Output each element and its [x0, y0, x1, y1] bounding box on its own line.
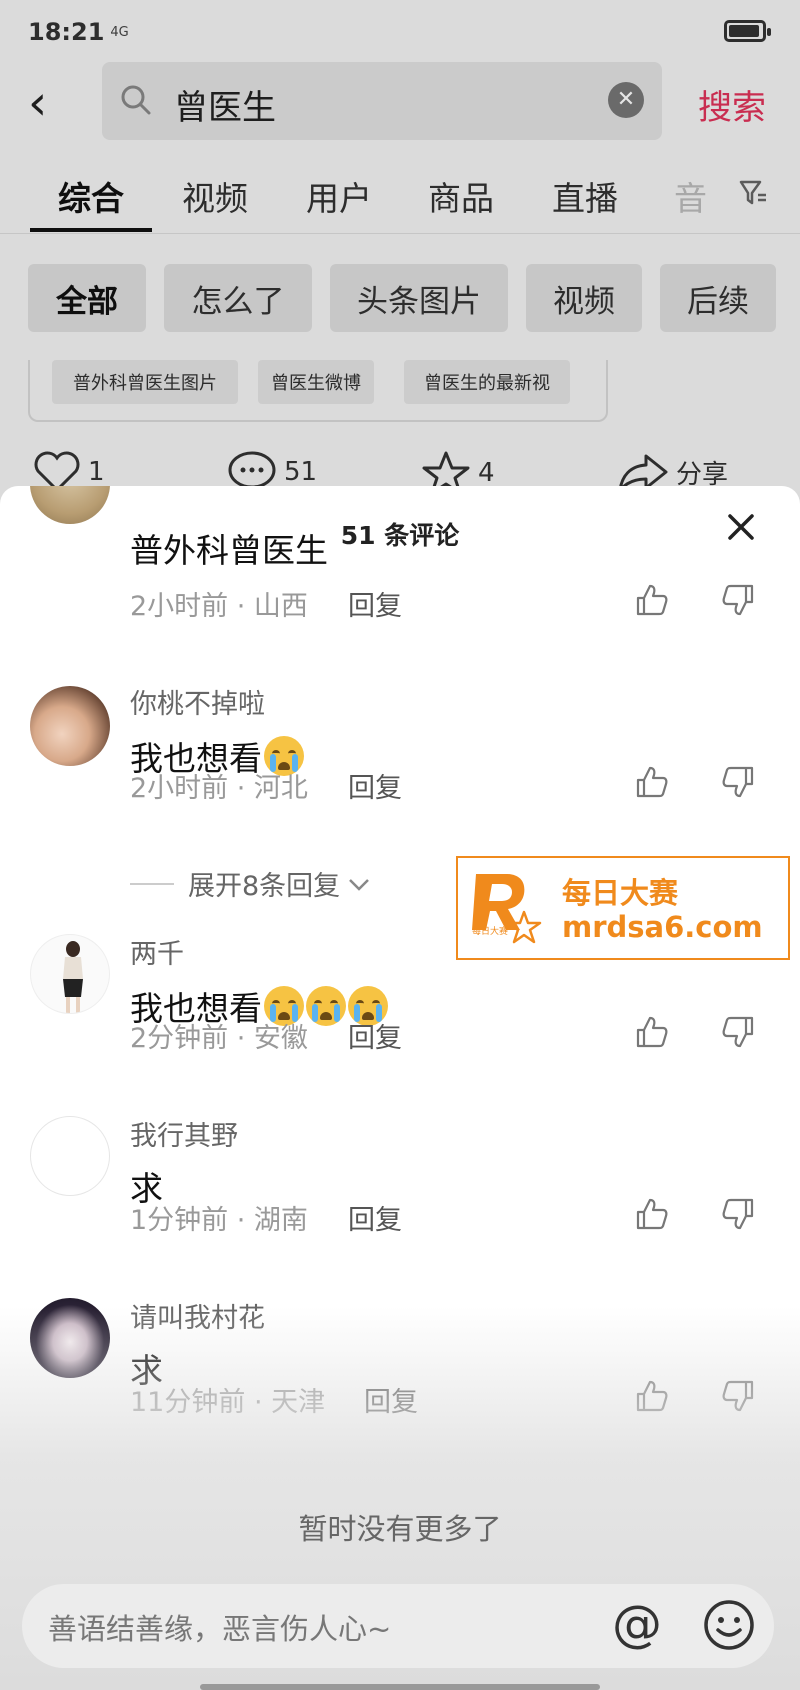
- comment-meta: 1分钟前 · 湖南: [130, 1205, 308, 1236]
- comments-sheet: 51 条评论 普外科曾医生 2小时前 · 山西 回复 你桃不掉啦 我也想看 2小…: [0, 486, 800, 1690]
- reply-button[interactable]: 回复: [364, 1380, 418, 1419]
- watermark-logo: [472, 874, 542, 944]
- thumbs-down-icon[interactable]: [720, 1014, 756, 1050]
- reply-button[interactable]: 回复: [348, 584, 402, 623]
- avatar[interactable]: [30, 686, 110, 766]
- thumbs-up-icon[interactable]: [634, 1014, 670, 1050]
- watermark-small-text: 每日大赛: [472, 927, 509, 937]
- avatar[interactable]: [30, 1298, 110, 1378]
- reply-button[interactable]: 回复: [348, 1198, 402, 1237]
- thumbs-up-icon[interactable]: [634, 1196, 670, 1232]
- comment-meta: 11分钟前 · 天津: [130, 1387, 326, 1418]
- comment-input-placeholder: 善语结善缘，恶言伤人心~: [48, 1612, 392, 1646]
- no-more-label: 暂时没有更多了: [298, 1512, 502, 1546]
- divider-line: [130, 882, 174, 885]
- thumbs-down-icon[interactable]: [720, 1196, 756, 1232]
- thumbs-down-icon[interactable]: [720, 764, 756, 800]
- watermark-banner: 每日大赛 每日大赛 mrdsa6.com: [456, 856, 790, 960]
- comment-meta: 2分钟前 · 安徽: [130, 1023, 308, 1054]
- thumbs-up-icon[interactable]: [634, 582, 670, 618]
- watermark-title: 每日大赛: [562, 876, 679, 910]
- comment-username[interactable]: 两千: [130, 932, 184, 971]
- comment-meta: 2小时前 · 河北: [130, 773, 308, 804]
- emoji-picker-icon[interactable]: [702, 1598, 756, 1652]
- close-icon[interactable]: [722, 508, 760, 546]
- avatar-figure: [63, 941, 83, 1013]
- expand-replies-label: 展开8条回复: [188, 871, 341, 902]
- comment-username[interactable]: 请叫我村花: [130, 1296, 265, 1335]
- thumbs-up-icon[interactable]: [634, 1378, 670, 1414]
- watermark-url: mrdsa6.com: [562, 910, 763, 944]
- thumbs-down-icon[interactable]: [720, 1378, 756, 1414]
- reply-button[interactable]: 回复: [348, 766, 402, 805]
- comments-title: 51 条评论: [340, 521, 460, 550]
- thumbs-up-icon[interactable]: [634, 764, 670, 800]
- chevron-down-icon: [349, 878, 370, 891]
- reply-button[interactable]: 回复: [348, 1016, 402, 1055]
- comment-text: 普外科曾医生: [130, 531, 328, 570]
- crying-emoji-icon: [306, 986, 346, 1026]
- comment-username[interactable]: 我行其野: [130, 1114, 238, 1153]
- expand-replies-button[interactable]: 展开8条回复: [130, 864, 372, 903]
- avatar[interactable]: [30, 934, 110, 1014]
- comment-meta: 2小时前 · 山西: [130, 591, 308, 622]
- comment-username[interactable]: 你桃不掉啦: [130, 682, 265, 721]
- mention-button[interactable]: @: [612, 1596, 662, 1652]
- comment-input[interactable]: 善语结善缘，恶言伤人心~ @: [22, 1584, 774, 1668]
- home-indicator: [200, 1684, 600, 1690]
- avatar[interactable]: [30, 1116, 110, 1196]
- thumbs-down-icon[interactable]: [720, 582, 756, 618]
